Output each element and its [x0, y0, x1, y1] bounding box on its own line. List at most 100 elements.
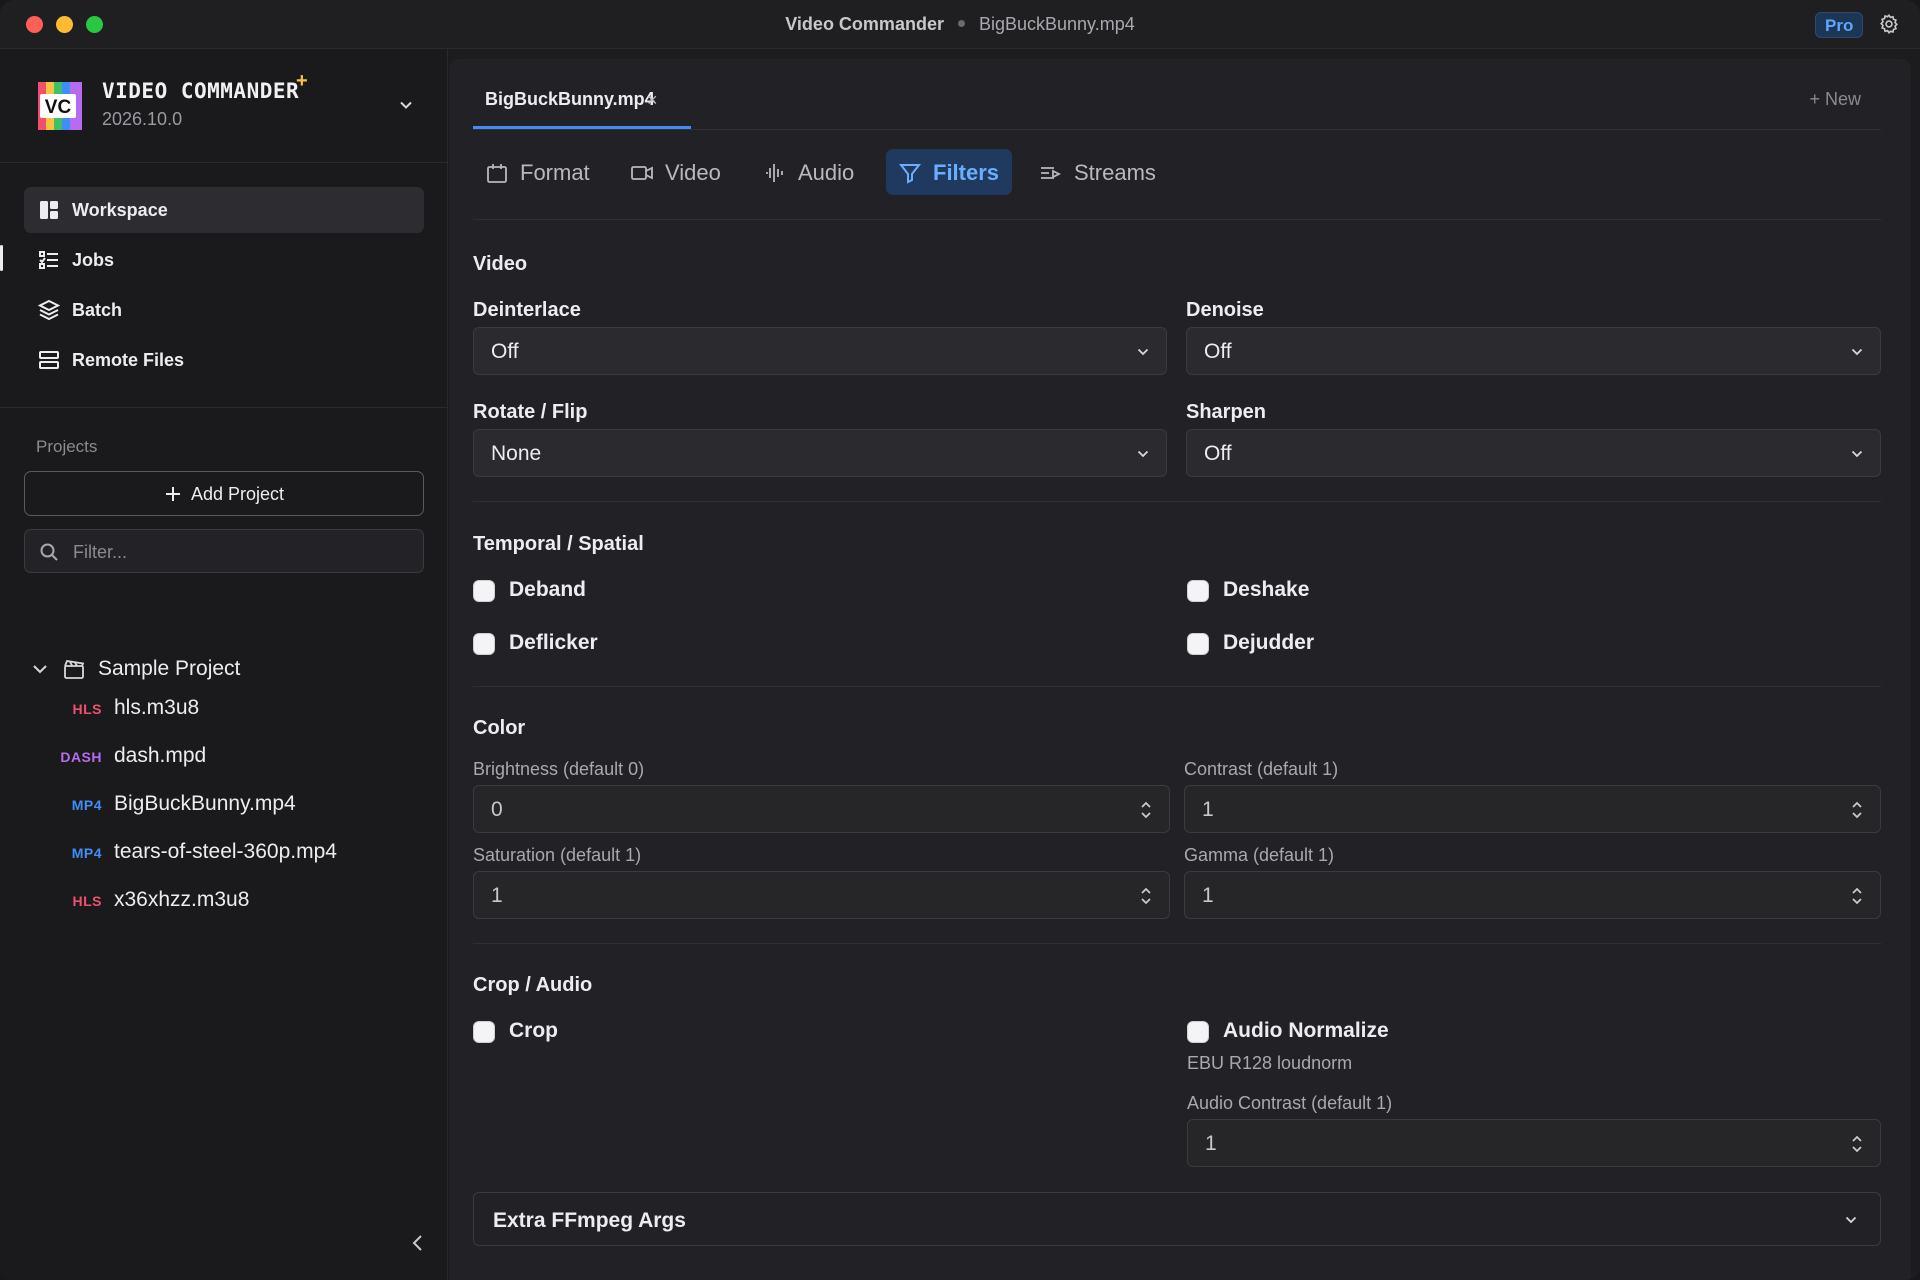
file-type-badge: HLS [72, 701, 102, 717]
nav-label: Batch [72, 300, 123, 320]
divider [473, 943, 1881, 944]
filter-input[interactable] [73, 538, 403, 566]
file-item-tears-of-steel[interactable]: MP4 tears-of-steel-360p.mp4 [40, 836, 420, 868]
accordion-label: Extra FFmpeg Args [493, 1209, 686, 1232]
tab-audio[interactable]: Audio [751, 149, 871, 195]
gamma-label: Gamma (default 1) [1184, 845, 1335, 865]
stepper-icon[interactable] [1139, 884, 1153, 908]
chevron-down-icon [1845, 1216, 1857, 1224]
tab-filters[interactable]: Filters [886, 149, 1012, 195]
nav-item-remote-files[interactable]: Remote Files [24, 337, 424, 383]
file-item-x36xhzz[interactable]: HLS x36xhzz.m3u8 [40, 884, 420, 916]
add-project-label: Add Project [191, 484, 285, 504]
stepper-icon[interactable] [1850, 1132, 1864, 1156]
file-tab[interactable]: BigBuckBunny.mp4 × [473, 59, 691, 129]
workspace-icon [40, 201, 58, 219]
file-name: BigBuckBunny.mp4 [114, 792, 296, 815]
app-version: 2026.10.0 [102, 109, 183, 129]
sharpen-label: Sharpen [1186, 401, 1267, 423]
stepper-icon[interactable] [1139, 798, 1153, 822]
extra-ffmpeg-args-accordion[interactable]: Extra FFmpeg Args [473, 1192, 1881, 1246]
app-window: Video Commander BigBuckBunny.mp4 Pro VC V… [0, 0, 1920, 1280]
rotate-flip-select[interactable]: None [473, 429, 1167, 477]
layers-icon [38, 299, 60, 321]
project-name: Sample Project [98, 657, 241, 680]
file-type-badge: MP4 [71, 845, 102, 861]
gear-icon[interactable] [1878, 13, 1900, 35]
contrast-input[interactable]: 1 [1184, 785, 1881, 833]
streams-icon [1041, 167, 1062, 179]
contrast-label: Contrast (default 1) [1184, 759, 1339, 779]
deinterlace-select[interactable]: Off [473, 327, 1167, 375]
nav-item-jobs[interactable]: Jobs [24, 237, 424, 283]
number-value: 1 [491, 884, 503, 907]
nav-label: Jobs [72, 250, 115, 270]
video-camera-icon [631, 166, 653, 180]
pro-badge[interactable]: Pro [1815, 12, 1864, 38]
tab-label: Audio [798, 160, 855, 185]
file-item-hls-m3u8[interactable]: HLS hls.m3u8 [40, 692, 420, 724]
nav-item-workspace[interactable]: Workspace [24, 187, 424, 233]
checkbox-label: Deflicker [509, 631, 598, 654]
checkbox-label: Deshake [1223, 578, 1310, 601]
brightness-input[interactable]: 0 [473, 785, 1170, 833]
tab-format[interactable]: Format [473, 149, 603, 195]
stepper-icon[interactable] [1850, 884, 1864, 908]
close-tab-button[interactable]: × [647, 90, 658, 111]
checkbox-box[interactable] [473, 633, 495, 655]
projects-heading: Projects [36, 437, 98, 456]
audio-contrast-label: Audio Contrast (default 1) [1187, 1093, 1393, 1113]
checkbox-box[interactable] [1187, 1021, 1209, 1043]
stepper-icon[interactable] [1850, 798, 1864, 822]
sidebar: VC VIDEO COMMANDER + 2026.10.0 Workspace… [0, 49, 448, 1280]
brightness-label: Brightness (default 0) [473, 759, 645, 779]
search-icon [40, 543, 58, 561]
chevron-down-icon [1137, 450, 1149, 458]
checkbox-box[interactable] [1187, 633, 1209, 655]
file-type-badge: DASH [60, 749, 102, 765]
nav-label: Remote Files [72, 350, 185, 370]
checkbox-box[interactable] [1187, 580, 1209, 602]
section-title-color: Color [473, 717, 526, 739]
checkbox-label: Dejudder [1223, 631, 1315, 654]
title-bar: Video Commander BigBuckBunny.mp4 Pro [0, 0, 1920, 49]
divider [473, 501, 1881, 502]
tab-video[interactable]: Video [618, 149, 736, 195]
tab-streams[interactable]: Streams [1027, 149, 1167, 195]
chevron-down-icon [1851, 348, 1863, 356]
rotate-flip-label: Rotate / Flip [473, 401, 588, 423]
add-project-button[interactable]: Add Project [24, 471, 424, 516]
chevron-down-icon [1851, 450, 1863, 458]
nav-item-batch[interactable]: Batch [24, 287, 424, 333]
audio-contrast-input[interactable]: 1 [1187, 1119, 1881, 1167]
jobs-list-icon [39, 251, 58, 269]
project-filter-field[interactable] [24, 529, 424, 573]
new-tab-button[interactable]: + New [1809, 89, 1861, 110]
select-value: None [491, 442, 542, 465]
title-separator-dot [957, 19, 965, 27]
denoise-select[interactable]: Off [1186, 327, 1881, 375]
divider [0, 162, 448, 163]
sharpen-select[interactable]: Off [1186, 429, 1881, 477]
divider [473, 129, 1881, 130]
checkbox-box[interactable] [473, 580, 495, 602]
file-item-dash-mpd[interactable]: DASH dash.mpd [40, 740, 420, 772]
chevron-down-icon [1137, 348, 1149, 356]
checkbox-label: Audio Normalize [1223, 1019, 1389, 1042]
calendar-icon [487, 164, 507, 183]
saturation-label: Saturation (default 1) [473, 845, 642, 865]
number-value: 1 [1205, 1132, 1217, 1155]
tab-label: Video [665, 160, 721, 185]
collapse-sidebar-icon[interactable] [408, 1231, 428, 1255]
file-item-bigbuckbunny[interactable]: MP4 BigBuckBunny.mp4 [40, 788, 420, 820]
saturation-input[interactable]: 1 [473, 871, 1170, 919]
gamma-input[interactable]: 1 [1184, 871, 1881, 919]
checkbox-box[interactable] [473, 1021, 495, 1043]
number-value: 0 [491, 798, 503, 821]
window-title-file: BigBuckBunny.mp4 [978, 14, 1135, 34]
chevron-down-icon[interactable] [398, 97, 414, 113]
file-tab-label: BigBuckBunny.mp4 [485, 89, 655, 109]
clapperboard-icon [64, 660, 85, 679]
main-panel: BigBuckBunny.mp4 × + New Format Video Au… [449, 59, 1911, 1280]
chevron-down-icon[interactable] [30, 659, 50, 679]
